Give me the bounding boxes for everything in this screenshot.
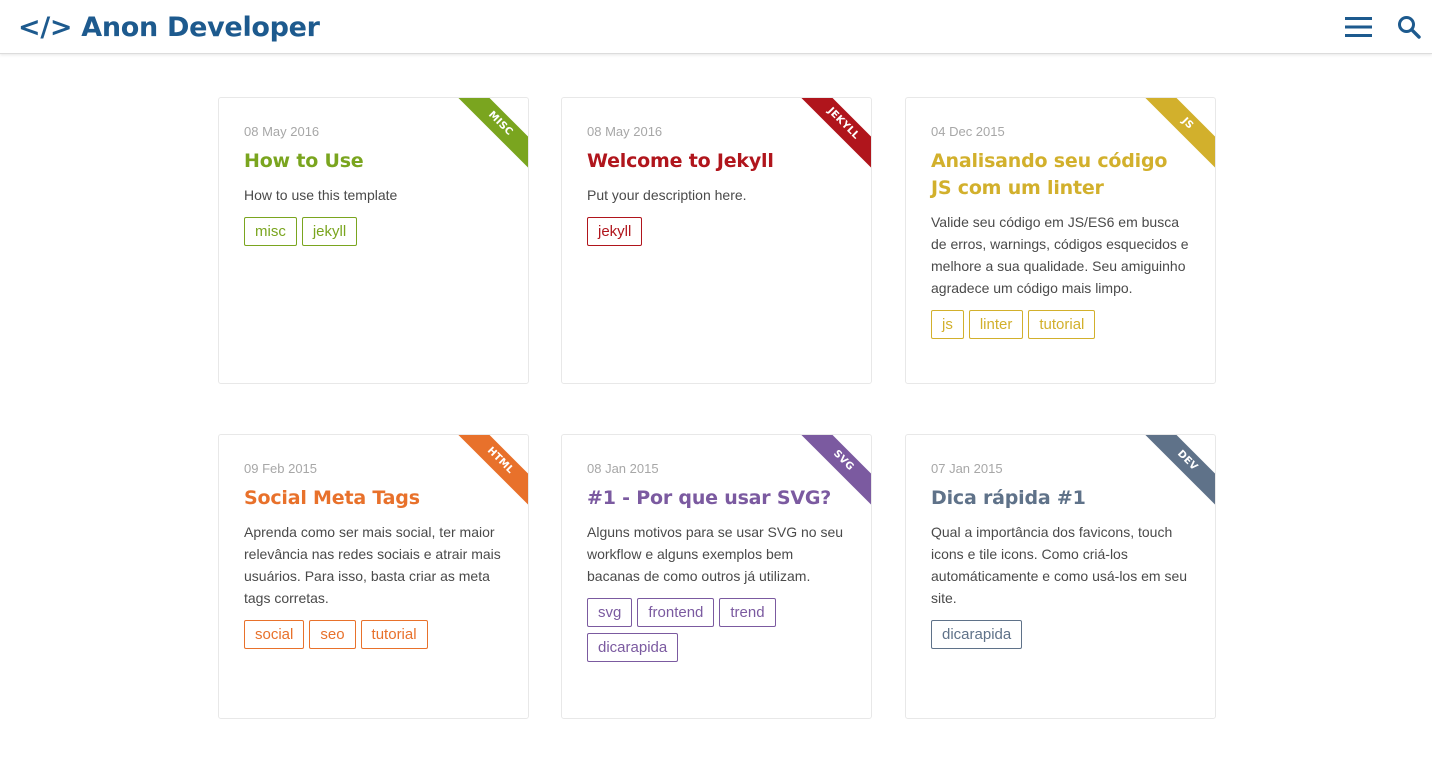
tag-list: js linter tutorial (931, 310, 1189, 345)
tag-button[interactable]: js (931, 310, 964, 339)
brand-name: Anon Developer (81, 11, 320, 43)
post-title[interactable]: #1 - Por que usar SVG? (587, 485, 845, 512)
post-date: 08 May 2016 (587, 124, 663, 139)
tag-list: misc jekyll (244, 217, 502, 252)
tag-list: social seo tutorial (244, 620, 502, 655)
post-card: SVG 08 Jan 2015 #1 - Por que usar SVG? A… (561, 434, 872, 719)
post-card: JEKYLL 08 May 2016 Welcome to Jekyll Put… (561, 97, 872, 384)
tag-button[interactable]: frontend (637, 598, 715, 627)
post-date: 04 Dec 2015 (931, 124, 1005, 139)
tag-button[interactable]: linter (968, 310, 1024, 339)
post-description: Put your description here. (587, 187, 747, 203)
post-date: 07 Jan 2015 (931, 461, 1003, 476)
tag-button[interactable]: svg (587, 598, 633, 627)
post-date: 08 May 2016 (244, 124, 320, 139)
post-date: 08 Jan 2015 (587, 461, 659, 476)
brand-logo-link[interactable]: </> Anon Developer (18, 9, 320, 45)
tag-button[interactable]: jekyll (587, 217, 643, 246)
post-description: Alguns motivos para se usar SVG no seu w… (587, 524, 844, 584)
post-description: Valide seu código em JS/ES6 em busca de … (931, 214, 1189, 296)
tag-button[interactable]: tutorial (1028, 310, 1096, 339)
post-card: JS 04 Dec 2015 Analisando seu código JS … (905, 97, 1216, 384)
post-description: How to use this template (244, 187, 398, 203)
post-title[interactable]: How to Use (244, 148, 502, 175)
tag-list: dicarapida (931, 620, 1189, 655)
post-description: Qual a importância dos favicons, touch i… (931, 524, 1188, 606)
menu-button[interactable] (1343, 12, 1373, 42)
post-title[interactable]: Analisando seu código JS com um linter (931, 148, 1189, 202)
post-title[interactable]: Dica rápida #1 (931, 485, 1189, 512)
search-icon (1398, 16, 1421, 39)
post-title[interactable]: Social Meta Tags (244, 485, 502, 512)
post-date: 09 Feb 2015 (244, 461, 318, 476)
tag-button[interactable]: social (244, 620, 305, 649)
tag-list: jekyll (587, 217, 845, 252)
post-description: Aprenda como ser mais social, ter maior … (244, 524, 501, 606)
tag-button[interactable]: dicarapida (931, 620, 1023, 649)
tag-button[interactable]: seo (309, 620, 356, 649)
tag-button[interactable]: trend (719, 598, 776, 627)
post-card: MISC 08 May 2016 How to Use How to use t… (218, 97, 529, 384)
search-button[interactable] (1394, 12, 1424, 42)
tag-button[interactable]: misc (244, 217, 297, 246)
post-card: HTML 09 Feb 2015 Social Meta Tags Aprend… (218, 434, 529, 719)
tag-list: svg frontend trend dicarapida (587, 598, 845, 668)
tag-button[interactable]: tutorial (360, 620, 428, 649)
top-navbar: </> Anon Developer (0, 0, 1432, 54)
post-card: DEV 07 Jan 2015 Dica rápida #1 Qual a im… (905, 434, 1216, 719)
tag-button[interactable]: dicarapida (587, 633, 679, 662)
tag-button[interactable]: jekyll (301, 217, 358, 246)
code-icon: </> (18, 11, 73, 43)
hamburger-icon (1344, 17, 1372, 37)
post-title[interactable]: Welcome to Jekyll (587, 148, 845, 175)
